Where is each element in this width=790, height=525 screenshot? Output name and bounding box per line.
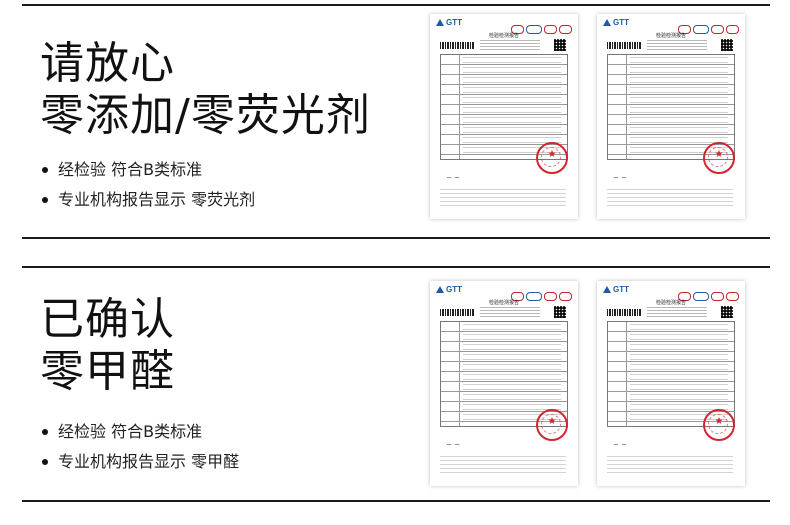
section-title-line2: 零甲醛 [40, 346, 175, 397]
report-header: GTT [603, 285, 739, 301]
signature: ~ ~ [446, 441, 460, 449]
bullet-text: 经检验 符合B类标准 [58, 422, 203, 441]
qr-code-icon [554, 39, 566, 51]
report-title: 检验检测报告 [655, 33, 686, 39]
bullet-text: 专业机构报告显示 零甲醛 [58, 452, 240, 471]
gtt-logo-icon: GTT [436, 18, 462, 27]
red-seal-stamp-icon: ★ [536, 142, 568, 174]
section-title-line1: 请放心 [40, 38, 175, 89]
bullet-item: 经检验 符合B类标准 [40, 417, 239, 447]
section-title-line2: 零添加/零荧光剂 [40, 90, 371, 141]
section-divider [22, 237, 770, 239]
red-seal-stamp-icon: ★ [536, 409, 568, 441]
section-formaldehyde: 已确认 零甲醛 经检验 符合B类标准 专业机构报告显示 零甲醛 GTT 检验检测… [0, 266, 790, 506]
bottom-divider [22, 500, 770, 502]
barcode-icon [607, 309, 641, 316]
bullet-dot-icon [42, 429, 48, 435]
barcode-icon [440, 309, 474, 316]
gtt-logo-icon: GTT [436, 285, 462, 294]
barcode-icon [607, 42, 641, 49]
report-meta-text [647, 40, 707, 50]
gtt-logo-icon: GTT [603, 285, 629, 294]
qr-code-icon [721, 306, 733, 318]
bullet-dot-icon [42, 197, 48, 203]
report-header: GTT [603, 18, 739, 34]
bullet-item: 经检验 符合B类标准 [40, 155, 255, 185]
report-meta-text [647, 307, 707, 317]
barcode-icon [440, 42, 474, 49]
bullet-dot-icon [42, 459, 48, 465]
bullet-text: 经检验 符合B类标准 [58, 160, 203, 179]
signature: ~ ~ [446, 174, 460, 182]
report-title: 检验检测报告 [488, 33, 519, 39]
report-footer [607, 456, 733, 476]
bullet-item: 专业机构报告显示 零荧光剂 [40, 185, 255, 215]
report-title: 检验检测报告 [488, 300, 519, 306]
gtt-logo-icon: GTT [603, 18, 629, 27]
red-seal-stamp-icon: ★ [703, 409, 735, 441]
report-footer [440, 456, 566, 476]
section-fluorescent: 请放心 零添加/零荧光剂 经检验 符合B类标准 专业机构报告显示 零荧光剂 GT… [0, 0, 790, 240]
bullet-item: 专业机构报告显示 零甲醛 [40, 447, 239, 477]
bullet-list: 经检验 符合B类标准 专业机构报告显示 零荧光剂 [40, 155, 255, 215]
report-meta-text [480, 40, 540, 50]
report-header: GTT [436, 285, 572, 301]
test-report-image[interactable]: GTT 检验检测报告 ~ ~ ★ [597, 14, 745, 219]
red-seal-stamp-icon: ★ [703, 142, 735, 174]
report-footer [440, 189, 566, 209]
bullet-list: 经检验 符合B类标准 专业机构报告显示 零甲醛 [40, 417, 239, 477]
test-report-image[interactable]: GTT 检验检测报告 ~ ~ ★ [430, 281, 578, 486]
qr-code-icon [721, 39, 733, 51]
bullet-text: 专业机构报告显示 零荧光剂 [58, 190, 256, 209]
report-title: 检验检测报告 [655, 300, 686, 306]
report-header: GTT [436, 18, 572, 34]
bullet-dot-icon [42, 167, 48, 173]
qr-code-icon [554, 306, 566, 318]
test-report-image[interactable]: GTT 检验检测报告 ~ ~ ★ [597, 281, 745, 486]
report-meta-text [480, 307, 540, 317]
signature: ~ ~ [613, 174, 627, 182]
report-footer [607, 189, 733, 209]
test-report-image[interactable]: GTT 检验检测报告 ~ ~ ★ [430, 14, 578, 219]
section-title-line1: 已确认 [40, 294, 175, 345]
signature: ~ ~ [613, 441, 627, 449]
